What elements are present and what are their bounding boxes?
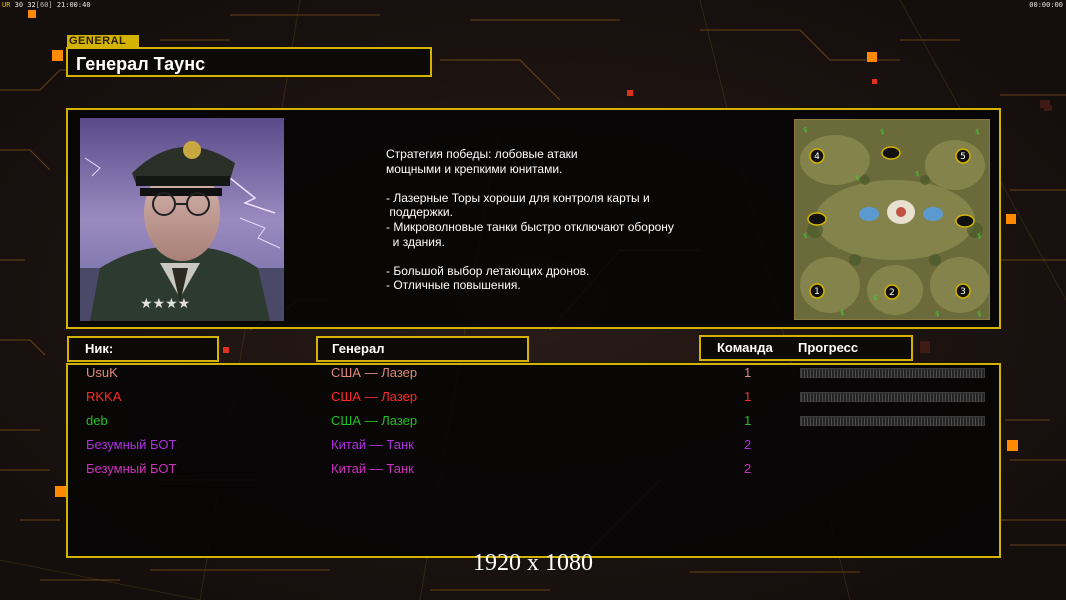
player-nick: Безумный БОТ (86, 437, 177, 452)
svg-text:$: $ (880, 128, 884, 136)
player-progress-bar (800, 416, 985, 426)
start-slot-2: 2 (889, 288, 895, 298)
general-portrait: ★★★★ (80, 118, 284, 321)
map-preview[interactable]: 4 5 1 2 3 $ $ $ $ $ $ $ $ $ $ $ (794, 119, 990, 320)
strategy-line: и здания. (386, 234, 445, 249)
column-header-general: Генерал (316, 336, 529, 362)
player-general: Китай — Танк (331, 437, 414, 452)
strategy-line (386, 176, 716, 191)
player-nick: UsuK (86, 365, 118, 380)
player-team: 2 (744, 461, 752, 476)
strategy-line: - Отличные повышения. (386, 278, 521, 293)
svg-text:$: $ (803, 232, 807, 240)
strategy-line: - Большой выбор летающих дронов. (386, 263, 590, 278)
player-team: 1 (744, 389, 752, 404)
strategy-line: мощными и крепкими юнитами. (386, 161, 563, 176)
column-header-progress: Прогресс (798, 340, 859, 355)
start-slot-1: 1 (814, 287, 820, 297)
strategy-line: - Лазерные Торы хороши для контроля карт… (386, 190, 650, 205)
svg-text:$: $ (977, 232, 981, 240)
svg-text:$: $ (840, 309, 844, 317)
start-slot-3: 3 (960, 287, 966, 297)
hud-frame: 30 (14, 1, 24, 9)
player-nick: Безумный БОТ (86, 461, 177, 476)
player-team: 2 (744, 437, 752, 452)
player-nick: deb (86, 413, 108, 428)
player-team: 1 (744, 365, 752, 380)
player-row: Безумный БОТ Китай — Танк 2 (0, 459, 1066, 479)
column-header-team-progress: Команда Прогресс (699, 335, 913, 361)
hud-fps-label: UR (2, 1, 11, 9)
hud-fps-cap: [60] (35, 1, 53, 9)
general-name: Генерал Таунс (66, 47, 432, 77)
strategy-line: Стратегия победы: лобовые атаки (386, 147, 578, 161)
svg-text:★★★★: ★★★★ (140, 296, 190, 312)
svg-text:$: $ (855, 174, 859, 182)
player-general: США — Лазер (331, 389, 418, 404)
player-team: 1 (744, 413, 752, 428)
strategy-line: - Микроволновые танки быстро отключают о… (386, 219, 674, 234)
strategy-line: поддержки. (386, 205, 453, 220)
resolution-watermark: 1920 x 1080 (473, 550, 593, 576)
game-timer: 00:00:00 (1029, 1, 1063, 9)
player-row: deb США — Лазер 1 (0, 411, 1066, 431)
player-general: США — Лазер (331, 365, 418, 380)
general-tag: GENERAL (67, 35, 139, 47)
player-general: США — Лазер (331, 413, 418, 428)
hud-fps: 32 (27, 1, 36, 9)
svg-text:$: $ (977, 310, 981, 318)
start-slot-4: 4 (814, 152, 820, 162)
svg-text:$: $ (873, 294, 877, 302)
strategy-description: Стратегия победы: лобовые атаки мощными … (386, 147, 716, 293)
start-slot-5: 5 (960, 152, 966, 162)
player-row: RKKA США — Лазер 1 (0, 387, 1066, 407)
svg-text:$: $ (975, 128, 979, 136)
player-row: UsuK США — Лазер 1 (0, 363, 1066, 383)
player-nick: RKKA (86, 389, 122, 404)
svg-text:$: $ (935, 310, 939, 318)
player-progress-bar (800, 368, 985, 378)
column-header-nick: Ник: (67, 336, 219, 362)
column-header-team: Команда (717, 340, 773, 355)
debug-hud: UR 30 32[60] 21:00:40 (2, 1, 91, 9)
svg-text:$: $ (803, 126, 807, 134)
strategy-line (386, 249, 716, 264)
player-progress-bar (800, 392, 985, 402)
player-general: Китай — Танк (331, 461, 414, 476)
svg-text:$: $ (915, 170, 919, 178)
hud-clock: 21:00:40 (56, 1, 91, 9)
player-row: Безумный БОТ Китай — Танк 2 (0, 435, 1066, 455)
